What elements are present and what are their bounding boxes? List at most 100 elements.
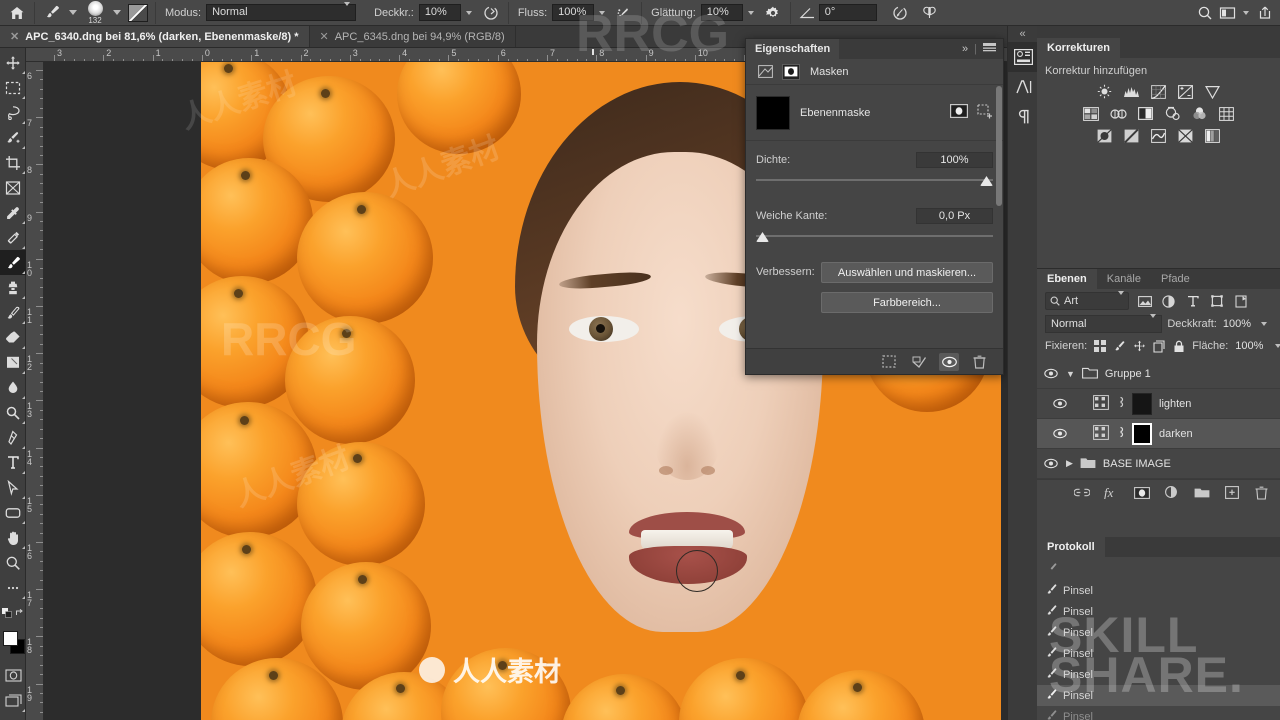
color-lookup-icon[interactable]: [1217, 105, 1236, 122]
eraser-tool[interactable]: [0, 325, 26, 350]
chevron-double-right-icon[interactable]: »: [962, 43, 968, 55]
gradient-map-icon[interactable]: [1176, 127, 1195, 144]
brush-presets-caret[interactable]: [69, 10, 77, 15]
spot-healing-brush-tool[interactable]: [0, 225, 26, 250]
quick-selection-tool[interactable]: [0, 125, 26, 150]
pen-tool[interactable]: [0, 425, 26, 450]
invert-icon[interactable]: [1095, 127, 1114, 144]
workspace-icon[interactable]: [1216, 2, 1238, 24]
layer-mask-thumbnail[interactable]: [756, 96, 790, 130]
lasso-tool[interactable]: [0, 100, 26, 125]
mask-icon[interactable]: [782, 64, 800, 80]
selective-color-icon[interactable]: [1203, 127, 1222, 144]
color-balance-icon[interactable]: [1109, 105, 1128, 122]
document-tab-0[interactable]: ✕ APC_6340.dng bei 81,6% (darken, Ebenen…: [0, 26, 310, 47]
fill-caret[interactable]: [1275, 344, 1280, 348]
layer-mask-thumbnail[interactable]: [1132, 423, 1152, 445]
zoom-tool[interactable]: [0, 550, 26, 575]
history-item-2[interactable]: Pinsel: [1037, 601, 1280, 622]
gear-icon[interactable]: [762, 2, 784, 24]
eye-icon[interactable]: [1051, 395, 1068, 412]
tab-korrekturen[interactable]: Korrekturen: [1037, 38, 1120, 58]
layer-row-gruppe-1[interactable]: ▼ Gruppe 1: [1037, 359, 1280, 389]
mode-select[interactable]: Normal: [206, 4, 356, 21]
lock-all-icon[interactable]: [1173, 338, 1185, 354]
layer-thumbnail-icon[interactable]: [1093, 425, 1109, 443]
tab-pfade[interactable]: Pfade: [1151, 269, 1200, 289]
shape-filter-icon[interactable]: [1208, 293, 1225, 309]
brightness-contrast-icon[interactable]: [1095, 83, 1114, 100]
layer-filter-select[interactable]: Art: [1045, 292, 1129, 310]
path-selection-tool[interactable]: [0, 475, 26, 500]
gradient-tool[interactable]: [0, 350, 26, 375]
eye-icon[interactable]: [1042, 455, 1059, 472]
opacity-caret[interactable]: [466, 11, 472, 15]
feather-slider[interactable]: [756, 232, 993, 244]
opacity-caret[interactable]: [1261, 322, 1267, 326]
panel-menu-icon[interactable]: [983, 42, 996, 56]
curves-icon[interactable]: [1149, 83, 1168, 100]
opacity-input[interactable]: 10%: [419, 4, 461, 21]
rectangle-tool[interactable]: [0, 500, 26, 525]
delete-mask-icon[interactable]: [969, 353, 989, 371]
eyedropper-tool[interactable]: [0, 200, 26, 225]
select-and-mask-button[interactable]: Auswählen und maskieren...: [821, 262, 993, 283]
brush-panel-icon[interactable]: [127, 2, 149, 24]
chevron-down-icon[interactable]: ▼: [1066, 369, 1075, 379]
chevron-right-icon[interactable]: ▶: [1066, 458, 1073, 469]
layer-name[interactable]: darken: [1159, 428, 1193, 440]
history-item-0[interactable]: [1037, 559, 1280, 580]
brush-size-preview[interactable]: 132: [83, 0, 107, 26]
layer-style-fx-icon[interactable]: fx: [1103, 485, 1120, 501]
layer-name[interactable]: BASE IMAGE: [1103, 458, 1171, 470]
black-white-icon[interactable]: [1136, 105, 1155, 122]
crop-tool[interactable]: [0, 150, 26, 175]
feather-value[interactable]: 0,0 Px: [916, 208, 993, 224]
workspace-caret[interactable]: [1243, 11, 1249, 15]
new-adjustment-icon[interactable]: [1163, 485, 1180, 501]
symmetry-butterfly-icon[interactable]: [919, 2, 941, 24]
foreground-color-swatch[interactable]: [3, 631, 18, 646]
add-mask-icon[interactable]: [1133, 485, 1150, 501]
link-mask-icon[interactable]: [1116, 395, 1125, 412]
apply-mask-icon[interactable]: [909, 353, 929, 371]
history-item-6[interactable]: Pinsel: [1037, 685, 1280, 706]
lock-transparency-icon[interactable]: [1094, 338, 1106, 354]
color-swatches[interactable]: [0, 629, 26, 659]
smoothing-caret[interactable]: [748, 11, 754, 15]
history-brush-tool[interactable]: [0, 300, 26, 325]
paragraph-icon[interactable]: [1008, 102, 1038, 132]
layer-name[interactable]: Gruppe 1: [1105, 368, 1151, 380]
default-colors-icon[interactable]: [0, 600, 26, 625]
pressure-opacity-icon[interactable]: [480, 2, 502, 24]
link-layers-icon[interactable]: [1073, 485, 1090, 501]
edit-toolbar-tool[interactable]: [0, 575, 26, 600]
history-item-3[interactable]: Pinsel: [1037, 622, 1280, 643]
vertical-ruler[interactable]: 67891011121314151617181920: [26, 62, 44, 720]
layer-name[interactable]: lighten: [1159, 398, 1191, 410]
frame-tool[interactable]: [0, 175, 26, 200]
lock-image-icon[interactable]: [1113, 338, 1126, 354]
share-icon[interactable]: [1254, 2, 1276, 24]
quick-mask-icon[interactable]: [0, 663, 26, 688]
document-tab-1[interactable]: ✕ APC_6345.dng bei 94,9% (RGB/8): [310, 26, 516, 47]
density-value[interactable]: 100%: [916, 152, 993, 168]
layer-row-darken[interactable]: darken: [1037, 419, 1280, 449]
threshold-icon[interactable]: [1149, 127, 1168, 144]
tab-protokoll[interactable]: Protokoll: [1037, 537, 1105, 557]
tab-ebenen[interactable]: Ebenen: [1037, 269, 1097, 289]
link-mask-icon[interactable]: [1116, 425, 1125, 442]
tab-kanaele[interactable]: Kanäle: [1097, 269, 1151, 289]
angle-input[interactable]: 0°: [819, 4, 877, 21]
chevron-double-left-icon[interactable]: «: [1008, 26, 1037, 42]
exposure-icon[interactable]: [1176, 83, 1195, 100]
type-tool[interactable]: [0, 450, 26, 475]
fill-value[interactable]: 100%: [1235, 340, 1263, 352]
history-item-5[interactable]: Pinsel: [1037, 664, 1280, 685]
flow-input[interactable]: 100%: [552, 4, 594, 21]
airbrush-icon[interactable]: [613, 2, 635, 24]
hue-saturation-icon[interactable]: [1082, 105, 1101, 122]
color-range-button[interactable]: Farbbereich...: [821, 292, 993, 313]
density-slider-handle[interactable]: [980, 176, 993, 186]
lock-position-icon[interactable]: [1133, 338, 1146, 354]
